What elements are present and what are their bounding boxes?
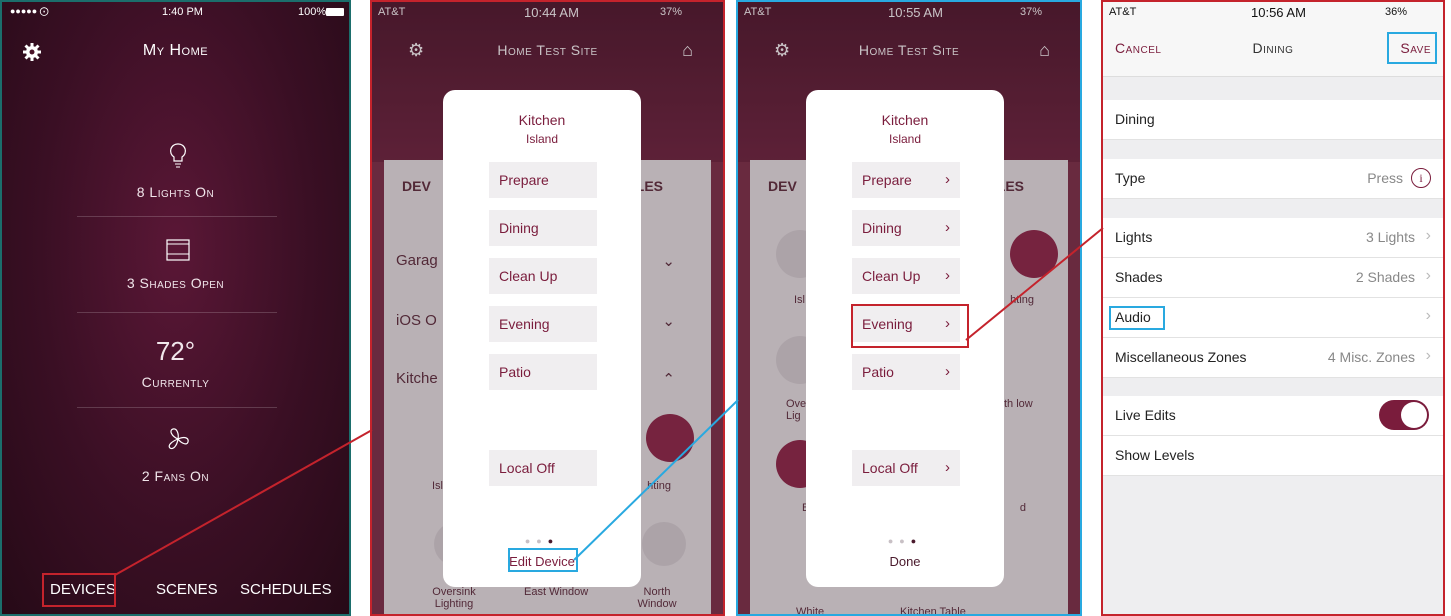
name-field[interactable]: Dining [1103, 100, 1443, 140]
modal-device: Island [888, 132, 922, 146]
carrier-label: AT&T [1109, 6, 1137, 18]
scene-label: Clean Up [862, 268, 921, 284]
row-value: 2 Shades [1355, 269, 1415, 285]
scene-button-local-off[interactable]: Local Off [489, 450, 597, 486]
battery-percent: 36% [1385, 6, 1408, 18]
row-label: Shades [1115, 269, 1163, 285]
name-value: Dining [1115, 111, 1155, 127]
type-value: Press [1367, 170, 1403, 186]
live-edits-toggle[interactable] [1379, 400, 1429, 430]
scene-button-local-off[interactable]: Local Off › [852, 450, 960, 486]
scene-button-clean-up[interactable]: Clean Up › [852, 258, 960, 294]
highlight-edit-device [508, 548, 578, 572]
modal-room: Kitchen [881, 112, 929, 128]
battery-percent: 100% [298, 6, 327, 18]
lights-on-summary[interactable]: 8 Lights On [2, 184, 349, 200]
row-label: Miscellaneous Zones [1115, 349, 1247, 365]
highlight-evening [851, 304, 969, 348]
row-label: Lights [1115, 229, 1153, 245]
battery-icon [326, 8, 344, 16]
my-home-screen: ●●●●● ⨀ 1:40 PM 100% My Home 8 Lights On… [0, 0, 351, 616]
page-indicator: ●●● [887, 536, 923, 546]
row-value: 3 Lights [1365, 229, 1415, 245]
chevron-right-icon: › [1425, 307, 1431, 324]
type-label: Type [1115, 170, 1146, 186]
chevron-right-icon: › [945, 219, 950, 236]
highlight-devices-tab [42, 573, 116, 607]
live-edits-row: Live Edits [1103, 396, 1443, 436]
page-indicator: ●●● [524, 536, 560, 546]
scene-button-prepare[interactable]: Prepare › [852, 162, 960, 198]
modal-device: Island [525, 132, 559, 146]
done-button[interactable]: Done [806, 554, 1004, 569]
row-value: 4 Misc. Zones [1327, 349, 1415, 365]
temperature-label: Currently [141, 374, 210, 390]
status-time: 1:40 PM [162, 6, 203, 18]
scene-button-evening[interactable]: Evening [489, 306, 597, 342]
scene-label: Prepare [862, 172, 912, 188]
page-title: My Home [142, 42, 209, 59]
lightbulb-icon [170, 143, 186, 168]
temperature-value: 72° [155, 336, 196, 366]
chevron-right-icon: › [945, 363, 950, 380]
status-bar: AT&T 10:56 AM 36% [1103, 2, 1443, 22]
keypad-modal: Kitchen Island Prepare Dining Clean Up E… [443, 90, 641, 587]
show-levels-row[interactable]: Show Levels [1103, 436, 1443, 476]
scene-button-prepare[interactable]: Prepare [489, 162, 597, 198]
button-settings-screen: AT&T 10:56 AM 36% Cancel Dining Save Din… [1101, 0, 1445, 616]
chevron-right-icon: › [945, 171, 950, 188]
shade-icon [166, 239, 190, 261]
fan-icon [168, 428, 189, 450]
scene-button-dining[interactable]: Dining [489, 210, 597, 246]
divider [77, 216, 277, 217]
type-row[interactable]: Type Press i [1103, 159, 1443, 199]
chevron-right-icon: › [1425, 267, 1431, 284]
chevron-right-icon: › [1425, 347, 1431, 364]
tab-schedules[interactable]: SCHEDULES [240, 574, 332, 606]
keypad-popup-screen: AT&T 10:44 AM 37% Home Test Site ⚙ ⌂ DEV… [370, 0, 725, 616]
misc-zones-row[interactable]: Miscellaneous Zones 4 Misc. Zones › [1103, 338, 1443, 378]
scene-button-patio[interactable]: Patio › [852, 354, 960, 390]
scene-button-dining[interactable]: Dining › [852, 210, 960, 246]
chevron-right-icon: › [945, 267, 950, 284]
highlight-save [1387, 32, 1437, 64]
show-levels-label: Show Levels [1115, 447, 1195, 463]
divider [77, 312, 277, 313]
chevron-right-icon: › [1425, 227, 1431, 244]
status-time: 10:56 AM [1251, 5, 1306, 20]
highlight-audio [1109, 306, 1165, 330]
signal-indicator: ●●●●● ⨀ [10, 6, 49, 16]
shades-row[interactable]: Shades 2 Shades › [1103, 258, 1443, 298]
shades-open-summary[interactable]: 3 Shades Open [2, 275, 349, 291]
lights-row[interactable]: Lights 3 Lights › [1103, 218, 1443, 258]
tab-scenes[interactable]: SCENES [156, 574, 218, 606]
modal-room: Kitchen [518, 112, 566, 128]
chevron-right-icon: › [945, 459, 950, 476]
divider [77, 407, 277, 408]
fans-on-summary[interactable]: 2 Fans On [2, 468, 349, 484]
scene-label: Dining [862, 220, 902, 236]
scene-label: Patio [862, 364, 894, 380]
scene-button-clean-up[interactable]: Clean Up [489, 258, 597, 294]
status-bar: ●●●●● ⨀ 1:40 PM 100% [2, 2, 349, 22]
scene-button-patio[interactable]: Patio [489, 354, 597, 390]
keypad-popup-edit-screen: AT&T 10:55 AM 37% Home Test Site ⚙ ⌂ DEV… [736, 0, 1082, 616]
live-edits-label: Live Edits [1115, 407, 1176, 423]
scene-label: Local Off [862, 460, 918, 476]
info-icon[interactable]: i [1411, 168, 1431, 188]
